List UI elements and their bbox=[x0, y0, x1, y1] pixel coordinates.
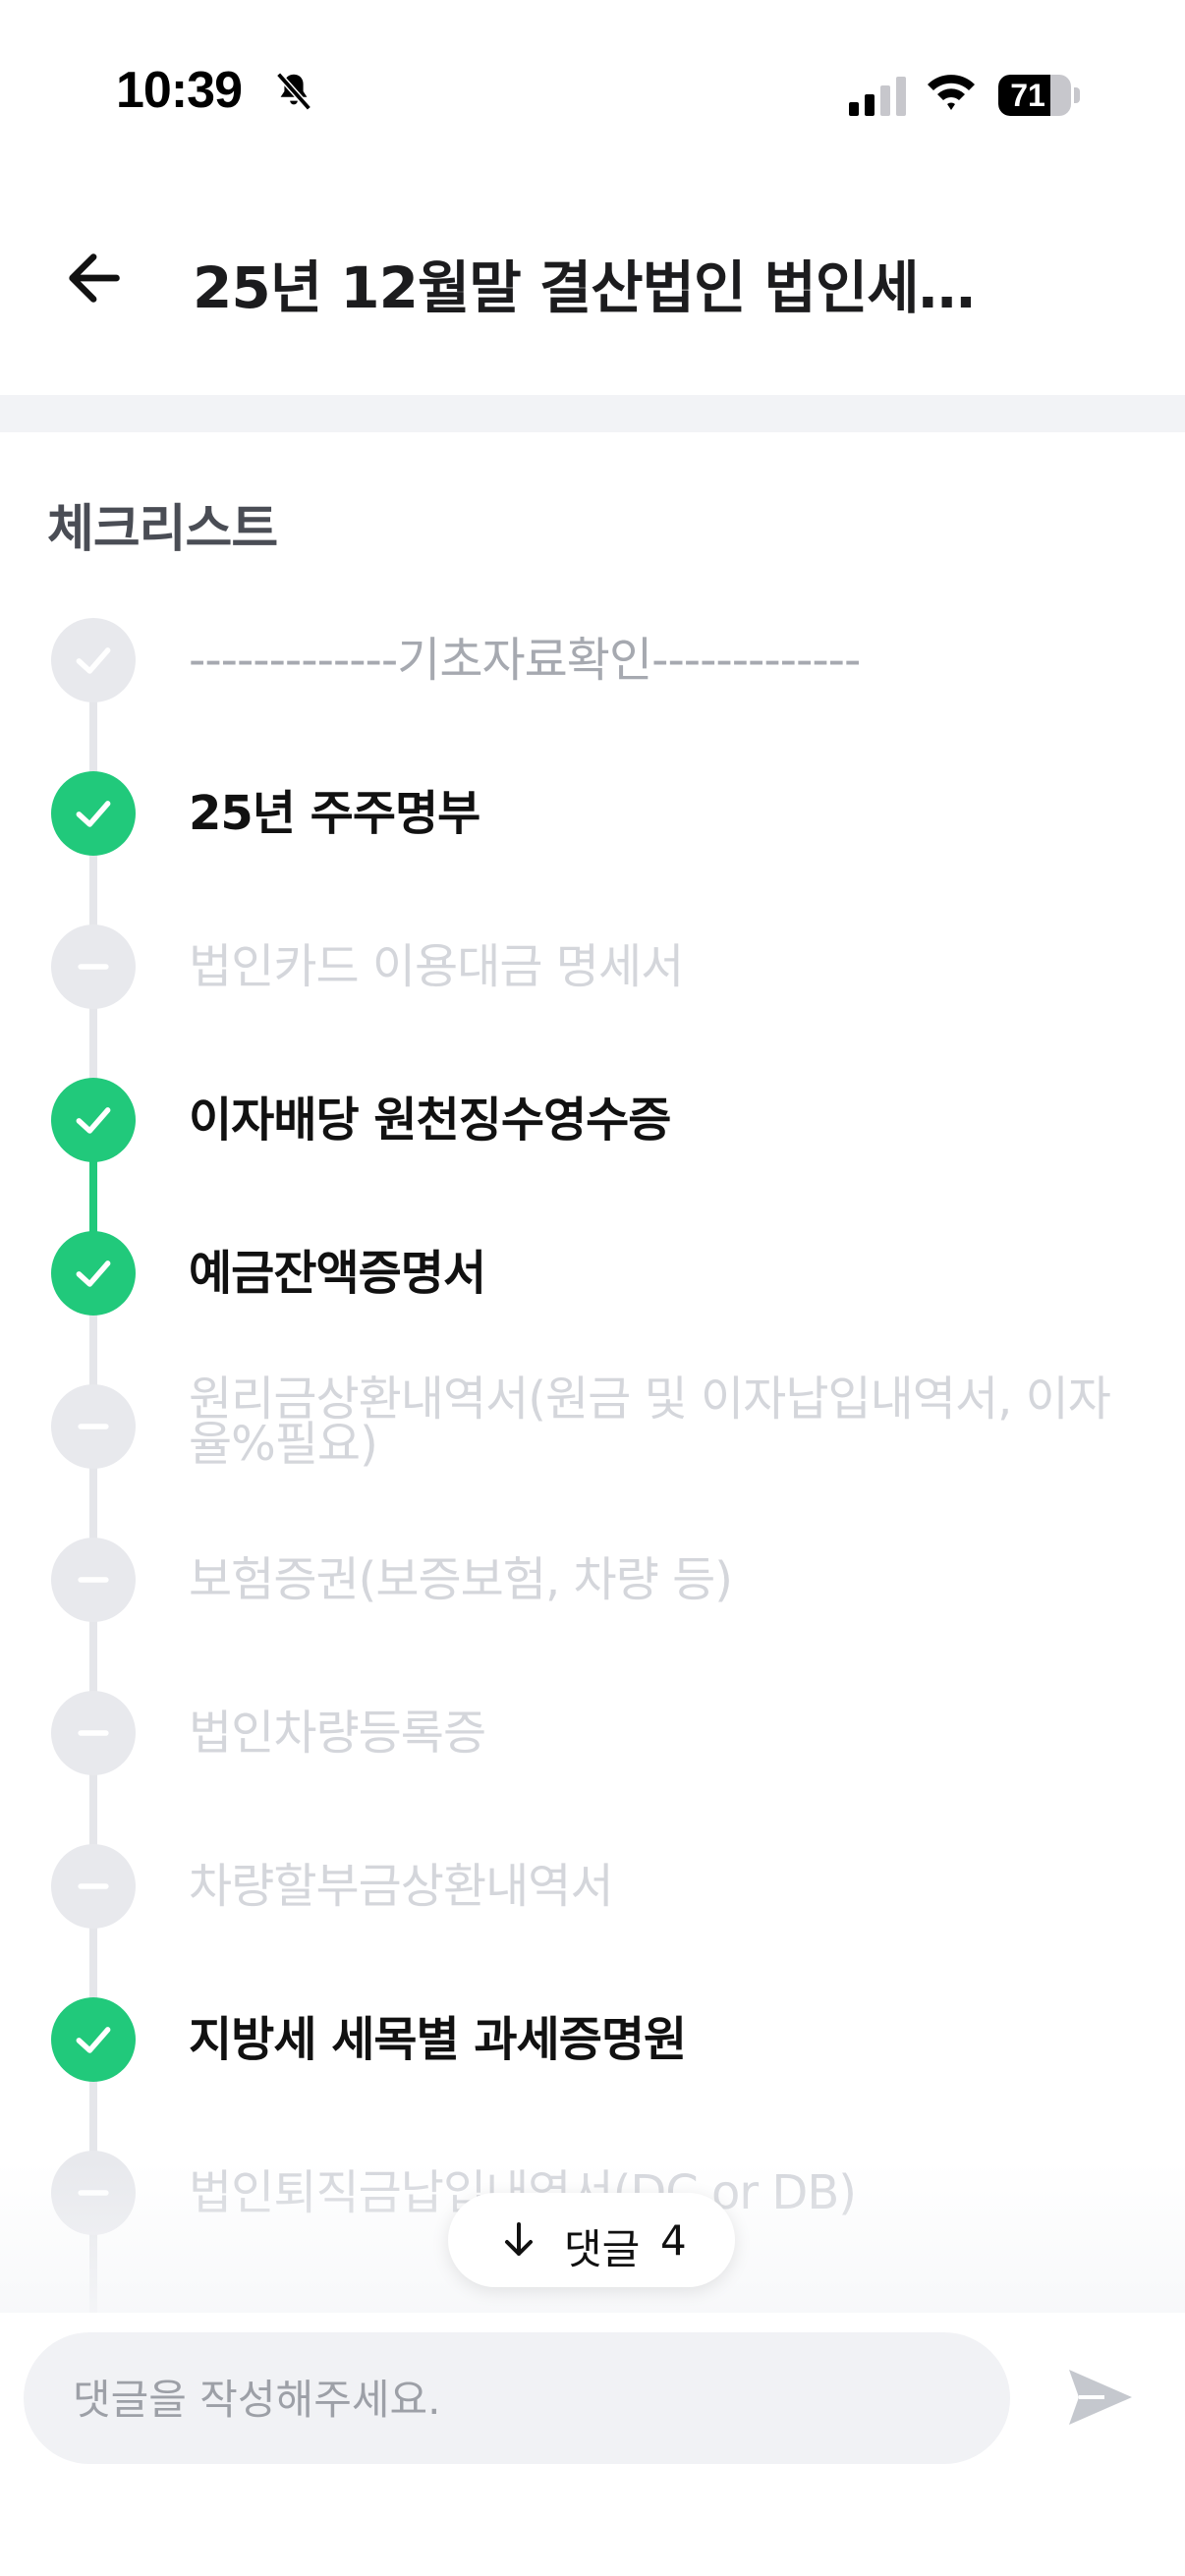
checklist-item-label: 보험증권(보증보험, 차량 등) bbox=[189, 1552, 733, 1607]
checklist-item[interactable]: 25년 주주명부 bbox=[0, 771, 1185, 856]
checkmark-icon bbox=[76, 1107, 111, 1134]
checklist-item[interactable]: 예금잔액증명서 bbox=[0, 1231, 1185, 1316]
checklist-item[interactable]: -------------기초자료확인------------- bbox=[0, 618, 1185, 702]
status-bar: 10:39 71 bbox=[0, 0, 1185, 196]
comments-label: 댓글 bbox=[564, 2225, 641, 2273]
status-circle[interactable] bbox=[51, 924, 136, 1009]
status-circle[interactable] bbox=[51, 1078, 136, 1162]
page-title: 25년 12월말 결산법인 법인세 ... bbox=[193, 254, 979, 321]
checkmark-icon bbox=[76, 2027, 111, 2053]
checklist-item[interactable]: 지방세 세목별 과세증명원 bbox=[0, 1997, 1185, 2082]
status-circle[interactable] bbox=[51, 1384, 136, 1469]
checklist-item[interactable]: 원리금상환내역서(원금 및 이자납입내역서, 이자율%필요) bbox=[0, 1375, 1185, 1469]
minus-icon bbox=[78, 1730, 109, 1736]
checklist-item-label: 원리금상환내역서(원금 및 이자납입내역서, 이자율%필요) bbox=[189, 1372, 1111, 1472]
checklist: -------------기초자료확인------------- 25년 주주명부… bbox=[0, 550, 1185, 2389]
top-app-bar: 25년 12월말 결산법인 법인세 ... bbox=[0, 196, 1185, 393]
checklist-item-label: 법인차량등록증 bbox=[189, 1706, 486, 1761]
checkmark-icon bbox=[76, 647, 111, 674]
battery-icon: 71 bbox=[998, 75, 1081, 116]
comment-input-bar bbox=[0, 2313, 1185, 2576]
checkmark-icon bbox=[76, 801, 111, 827]
checklist-item-label: 25년 주주명부 bbox=[189, 786, 480, 841]
arrow-down-icon bbox=[505, 2222, 533, 2256]
comment-input-container bbox=[24, 2332, 1010, 2466]
status-circle[interactable] bbox=[51, 618, 136, 702]
minus-icon bbox=[78, 964, 109, 970]
checklist-item-label: 예금잔액증명서 bbox=[189, 1246, 486, 1301]
send-icon[interactable] bbox=[1061, 2358, 1140, 2436]
checklist-item[interactable]: 차량할부금상환내역서 bbox=[0, 1844, 1185, 1929]
comment-input[interactable] bbox=[71, 2332, 959, 2466]
checklist-item-label: 차량할부금상환내역서 bbox=[189, 1859, 614, 1914]
checklist-item-label: 지방세 세목별 과세증명원 bbox=[189, 2012, 687, 2067]
checklist-item-label: 이자배당 원천징수영수증 bbox=[189, 1092, 671, 1148]
signal-icon bbox=[849, 77, 906, 116]
checklist-item-label: -------------기초자료확인------------- bbox=[189, 633, 861, 688]
comments-button[interactable]: 댓글 4 bbox=[448, 2193, 735, 2287]
status-circle[interactable] bbox=[51, 1538, 136, 1622]
status-circle[interactable] bbox=[51, 1691, 136, 1775]
checklist-item[interactable]: 법인차량등록증 bbox=[0, 1691, 1185, 1775]
status-circle[interactable] bbox=[51, 771, 136, 856]
checklist-item-label: 법인카드 이용대금 명세서 bbox=[189, 939, 684, 994]
minus-icon bbox=[78, 1577, 109, 1583]
bell-slash-icon bbox=[276, 72, 311, 111]
status-circle[interactable] bbox=[51, 1844, 136, 1929]
minus-icon bbox=[78, 1424, 109, 1429]
checklist-item[interactable]: 법인카드 이용대금 명세서 bbox=[0, 924, 1185, 1009]
battery-level: 71 bbox=[1010, 78, 1045, 113]
status-time: 10:39 bbox=[116, 62, 243, 119]
arrow-left-icon[interactable] bbox=[59, 240, 136, 316]
checklist-item[interactable]: 보험증권(보증보험, 차량 등) bbox=[0, 1538, 1185, 1622]
status-circle[interactable] bbox=[51, 1231, 136, 1316]
status-circle[interactable] bbox=[51, 1997, 136, 2082]
wifi-icon bbox=[928, 75, 975, 110]
checkmark-icon bbox=[76, 1260, 111, 1287]
comments-count: 4 bbox=[660, 2216, 687, 2265]
checklist-item[interactable]: 이자배당 원천징수영수증 bbox=[0, 1078, 1185, 1162]
minus-icon bbox=[78, 1883, 109, 1889]
section-divider bbox=[0, 395, 1185, 432]
